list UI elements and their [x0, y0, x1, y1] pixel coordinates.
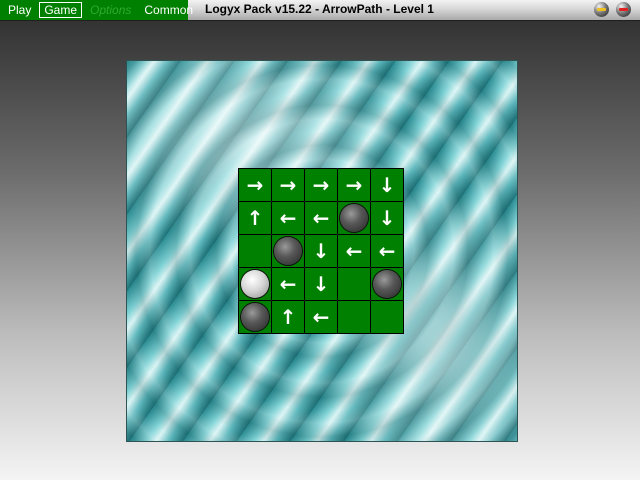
arrow-left-icon: ←	[279, 206, 297, 230]
board-cell-r3-c4[interactable]: ←	[338, 235, 370, 267]
board-cell-r2-c3[interactable]: ←	[305, 202, 337, 234]
arrow-right-icon: →	[312, 173, 330, 197]
close-icon[interactable]	[616, 2, 631, 17]
board-cell-r1-c2[interactable]: →	[272, 169, 304, 201]
arrow-left-icon: ←	[312, 206, 330, 230]
dark-ball-icon[interactable]	[274, 237, 302, 265]
arrow-up-icon: ↑	[246, 206, 264, 230]
board-cell-r1-c3[interactable]: →	[305, 169, 337, 201]
arrow-up-icon: ↑	[279, 305, 297, 329]
board-cell-r5-c5[interactable]	[371, 301, 403, 333]
menu-item-game[interactable]: Game	[39, 2, 83, 18]
minimize-glyph	[597, 8, 606, 11]
board-cell-r2-c2[interactable]: ←	[272, 202, 304, 234]
light-ball-icon[interactable]	[241, 270, 269, 298]
board-cell-r2-c1[interactable]: ↑	[239, 202, 271, 234]
game-board: → → → → ↓ ↑ ← ← ↓ ↓ ← ← ← ↓ ↑ ←	[238, 168, 404, 334]
board-cell-r4-c4[interactable]	[338, 268, 370, 300]
board-cell-r3-c5[interactable]: ←	[371, 235, 403, 267]
arrow-left-icon: ←	[345, 239, 363, 263]
arrow-left-icon: ←	[279, 272, 297, 296]
arrow-left-icon: ←	[378, 239, 396, 263]
board-cell-r3-c1[interactable]	[239, 235, 271, 267]
arrow-down-icon: ↓	[378, 206, 396, 230]
arrow-right-icon: →	[345, 173, 363, 197]
arrow-right-icon: →	[279, 173, 297, 197]
menu-bar: Play Game Options Common	[0, 0, 193, 20]
board-cell-r2-c4[interactable]	[338, 202, 370, 234]
board-cell-r2-c5[interactable]: ↓	[371, 202, 403, 234]
board-cell-r5-c2[interactable]: ↑	[272, 301, 304, 333]
minimize-icon[interactable]	[594, 2, 609, 17]
dark-ball-icon[interactable]	[340, 204, 368, 232]
board-cell-r1-c5[interactable]: ↓	[371, 169, 403, 201]
arrow-left-icon: ←	[312, 305, 330, 329]
menu-item-options: Options	[90, 3, 132, 17]
board-cell-r4-c5[interactable]	[371, 268, 403, 300]
board-cell-r4-c2[interactable]: ←	[272, 268, 304, 300]
board-cell-r1-c4[interactable]: →	[338, 169, 370, 201]
menu-item-play[interactable]: Play	[3, 2, 36, 18]
board-cell-r5-c1[interactable]	[239, 301, 271, 333]
board-cell-r5-c3[interactable]: ←	[305, 301, 337, 333]
arrow-down-icon: ↓	[378, 173, 396, 197]
board-cell-r4-c1[interactable]	[239, 268, 271, 300]
board-cell-r5-c4[interactable]	[338, 301, 370, 333]
dark-ball-icon[interactable]	[373, 270, 401, 298]
title-bar: Play Game Options Common Logyx Pack v15.22 …	[0, 0, 640, 21]
board-cell-r1-c1[interactable]: →	[239, 169, 271, 201]
close-glyph	[619, 8, 628, 11]
board-cell-r3-c2[interactable]	[272, 235, 304, 267]
board-cell-r4-c3[interactable]: ↓	[305, 268, 337, 300]
menu-item-common[interactable]: Common	[139, 2, 198, 18]
arrow-down-icon: ↓	[312, 272, 330, 296]
window-title: Logyx Pack v15.22 - ArrowPath - Level 1	[205, 2, 434, 16]
dark-ball-icon[interactable]	[241, 303, 269, 331]
board-cell-r3-c3[interactable]: ↓	[305, 235, 337, 267]
arrow-right-icon: →	[246, 173, 264, 197]
arrow-down-icon: ↓	[312, 239, 330, 263]
